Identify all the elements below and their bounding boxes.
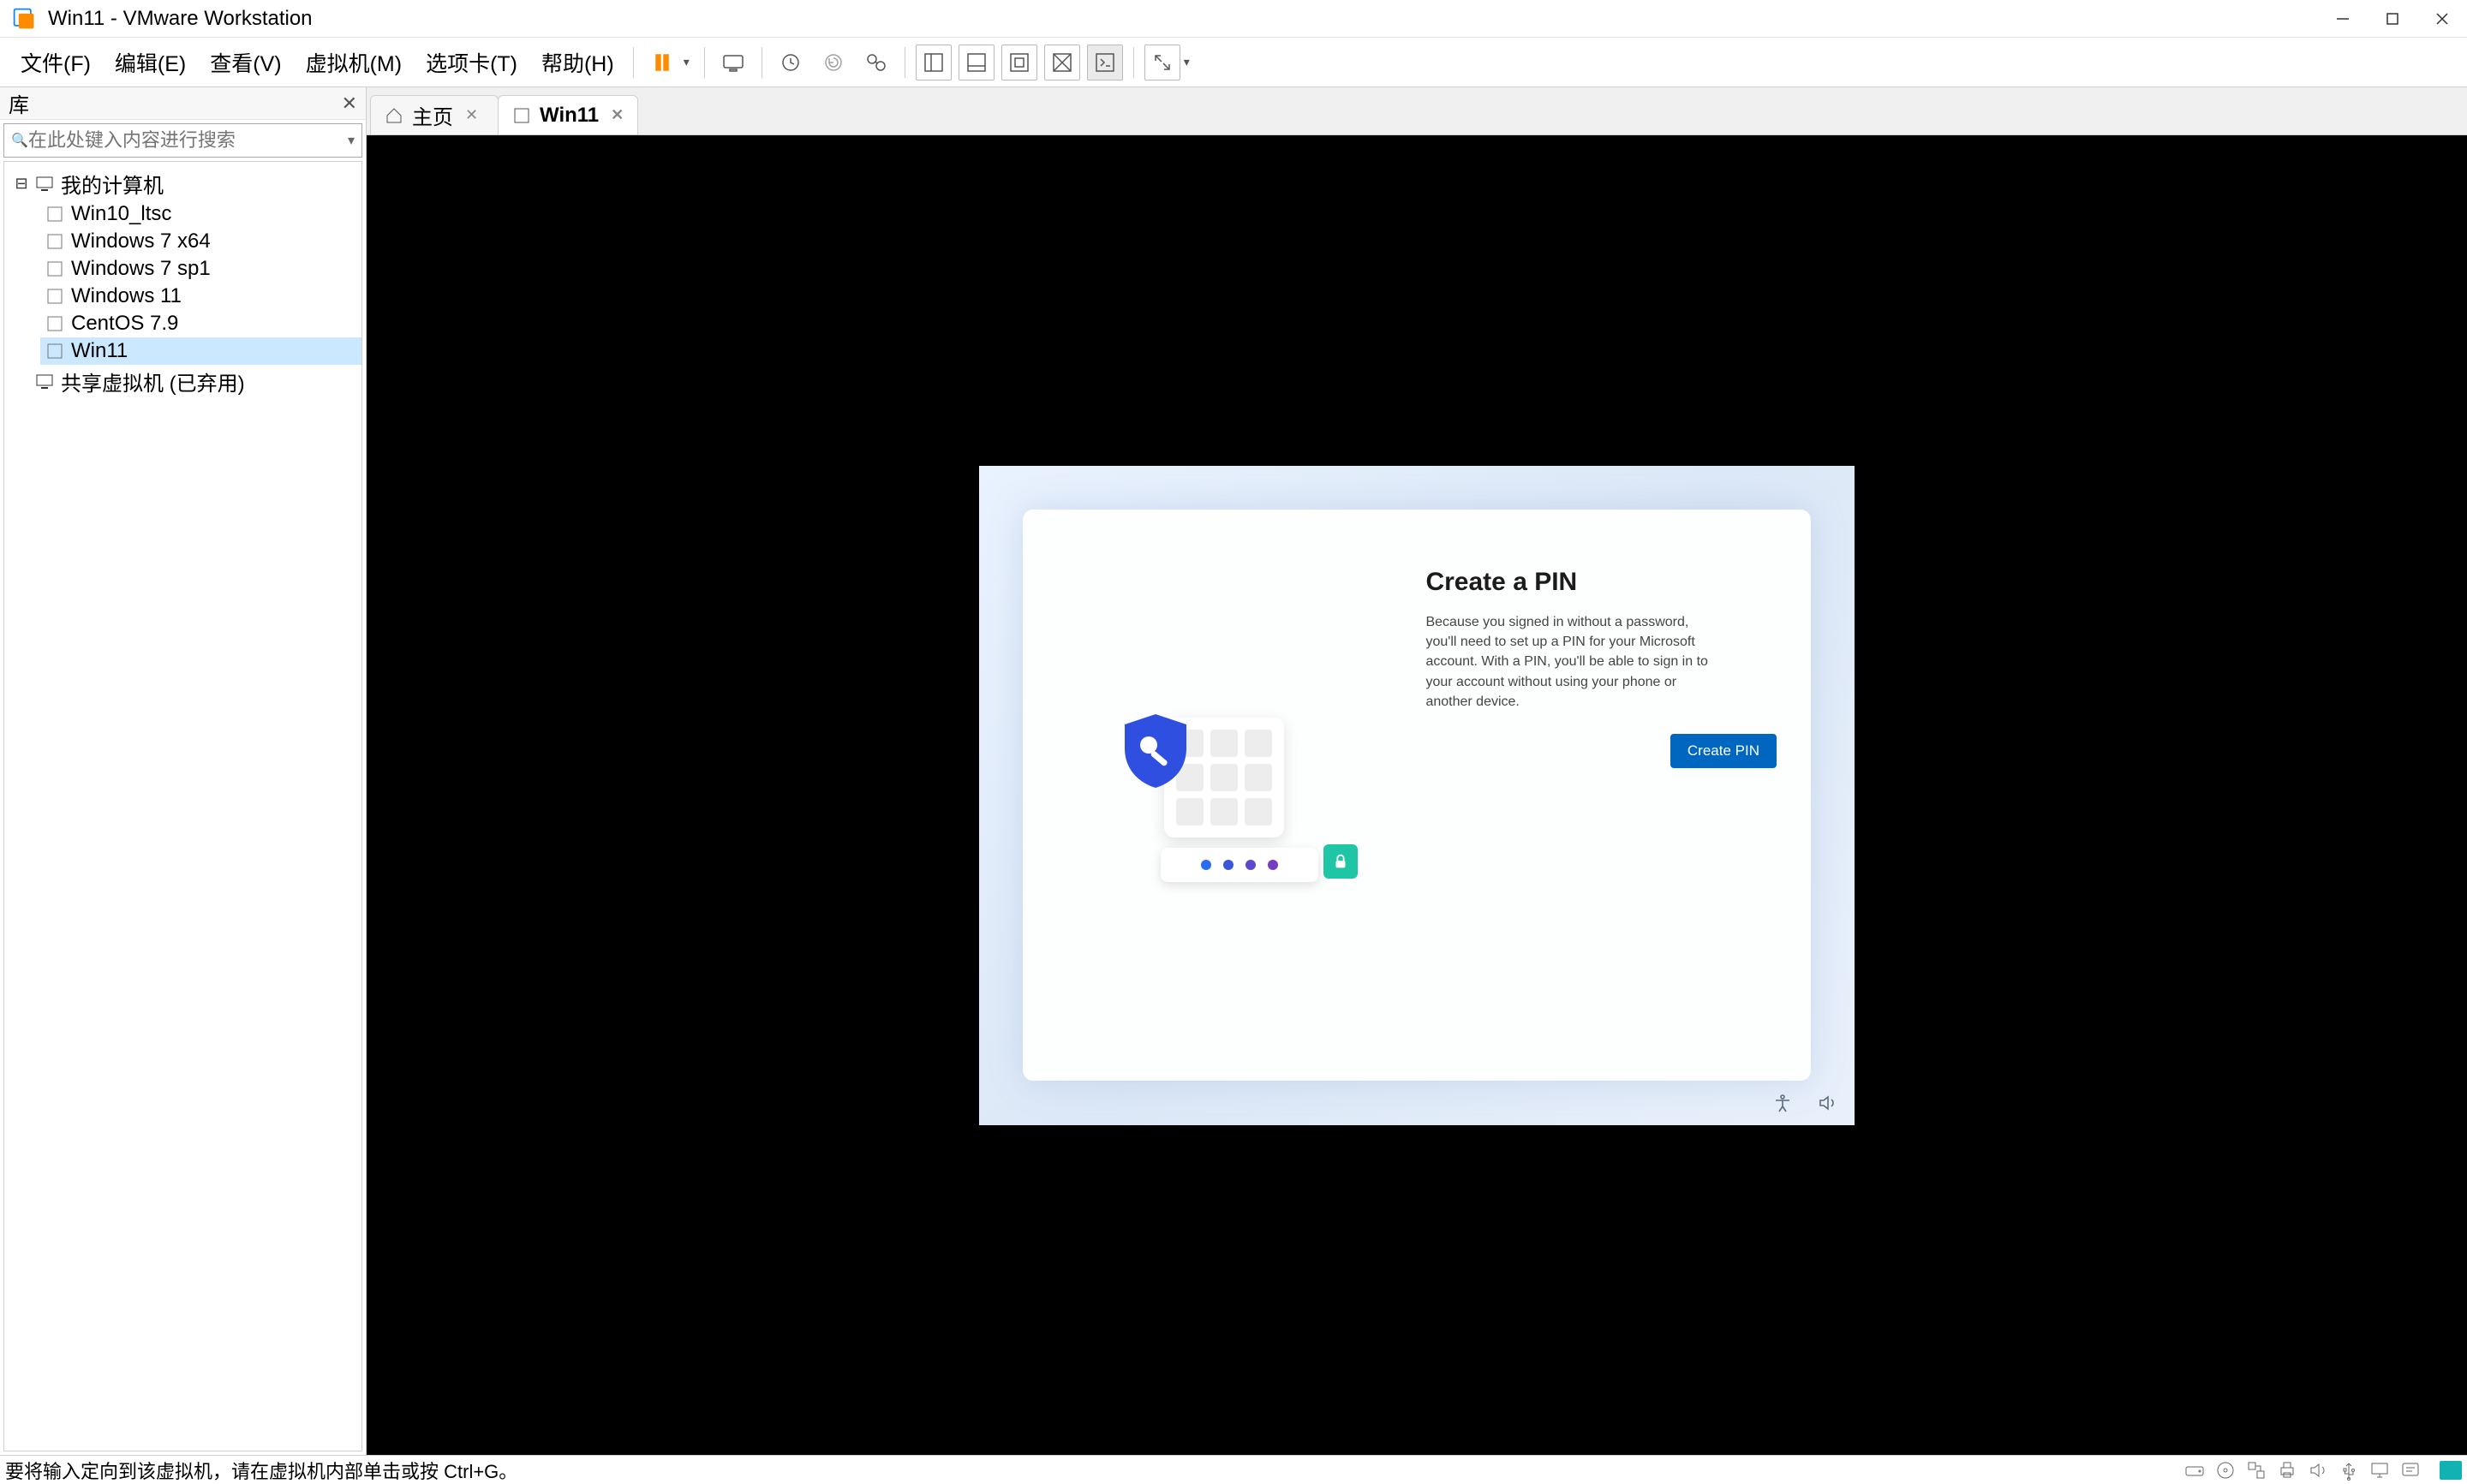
- status-bar: 要将输入定向到该虚拟机，请在虚拟机内部单击或按 Ctrl+G。: [0, 1455, 2467, 1484]
- snapshot-manager-button[interactable]: [858, 45, 894, 80]
- sound-card-icon[interactable]: [2308, 1460, 2328, 1481]
- library-panel: 库 ✕ 🔍 ▾ ⊟ 我的计算机 Win10_ltsc Windows 7 x6: [0, 87, 367, 1455]
- menu-edit[interactable]: 编辑(E): [103, 42, 198, 83]
- tab-strip: 主页 ✕ Win11 ✕: [367, 87, 2467, 135]
- shared-icon: [35, 372, 54, 391]
- menu-vm[interactable]: 虚拟机(M): [294, 42, 414, 83]
- library-search-input[interactable]: [28, 129, 348, 152]
- printer-icon[interactable]: [2277, 1460, 2297, 1481]
- computer-icon: [35, 175, 54, 194]
- tree-vm-label: Windows 7 sp1: [71, 257, 211, 281]
- cd-dvd-icon[interactable]: [2215, 1460, 2236, 1481]
- tab-win11-label: Win11: [540, 104, 599, 128]
- pause-vm-button[interactable]: [644, 45, 680, 80]
- search-icon: 🔍: [11, 132, 28, 149]
- library-close-button[interactable]: ✕: [342, 92, 357, 115]
- library-tree: ⊟ 我的计算机 Win10_ltsc Windows 7 x64 Windows…: [3, 161, 362, 1451]
- tree-vm-label: Windows 11: [71, 284, 182, 308]
- network-adapter-icon[interactable]: [2246, 1460, 2267, 1481]
- volume-icon[interactable]: [1817, 1093, 1837, 1113]
- stretch-guest-button[interactable]: [1144, 45, 1180, 80]
- window-minimize-button[interactable]: [2318, 0, 2368, 38]
- library-search[interactable]: 🔍 ▾: [3, 123, 362, 158]
- oobe-title: Create a PIN: [1425, 568, 1777, 597]
- snapshot-take-button[interactable]: [773, 45, 809, 80]
- unity-button[interactable]: [1044, 45, 1080, 80]
- toolbar-separator: [1133, 47, 1134, 78]
- tree-vm-win7sp1[interactable]: Windows 7 sp1: [40, 255, 361, 283]
- title-bar: Win11 - VMware Workstation: [0, 0, 2467, 38]
- home-icon: [385, 106, 403, 125]
- tree-vm-windows11[interactable]: Windows 11: [40, 283, 361, 310]
- accessibility-icon[interactable]: [1772, 1093, 1793, 1113]
- menu-help[interactable]: 帮助(H): [529, 42, 626, 83]
- tree-vm-win11[interactable]: Win11: [40, 337, 361, 365]
- oobe-tray: [1772, 1093, 1837, 1113]
- vm-running-icon: [512, 106, 531, 125]
- oobe-body-text: Because you signed in without a password…: [1425, 612, 1708, 712]
- console-view-button[interactable]: [1087, 45, 1123, 80]
- window-title: Win11 - VMware Workstation: [48, 7, 2318, 31]
- vm-running-icon: [45, 342, 64, 361]
- view-single-button[interactable]: [916, 45, 952, 80]
- oobe-card: Create a PIN Because you signed in witho…: [1023, 510, 1811, 1081]
- vm-icon: [45, 259, 64, 278]
- menu-tabs[interactable]: 选项卡(T): [414, 42, 529, 83]
- tree-vm-label: Win10_ltsc: [71, 202, 171, 226]
- window-close-button[interactable]: [2417, 0, 2467, 38]
- display-icon[interactable]: [2369, 1460, 2390, 1481]
- shield-key-icon: [1121, 712, 1190, 790]
- library-title: 库: [9, 88, 29, 118]
- vm-icon: [45, 205, 64, 223]
- search-dropdown-icon[interactable]: ▾: [348, 132, 355, 149]
- power-dropdown-caret-icon[interactable]: ▾: [684, 55, 694, 69]
- status-message: 要将输入定向到该虚拟机，请在虚拟机内部单击或按 Ctrl+G。: [5, 1457, 2184, 1484]
- send-ctrl-alt-del-button[interactable]: [715, 45, 751, 80]
- tab-win11[interactable]: Win11 ✕: [498, 95, 638, 134]
- vm-icon: [45, 287, 64, 306]
- usb-icon[interactable]: [2339, 1460, 2359, 1481]
- oobe-content-pane: Create a PIN Because you signed in witho…: [1408, 510, 1811, 1081]
- expander-icon[interactable]: ⊟: [15, 175, 28, 193]
- message-log-icon[interactable]: [2400, 1460, 2421, 1481]
- toolbar-separator: [633, 47, 634, 78]
- lock-badge-icon: [1323, 844, 1358, 879]
- menu-view[interactable]: 查看(V): [198, 42, 293, 83]
- tree-vm-label: Windows 7 x64: [71, 229, 211, 253]
- tree-vm-label: Win11: [71, 339, 128, 363]
- tree-vm-win7x64[interactable]: Windows 7 x64: [40, 228, 361, 255]
- guest-display[interactable]: Create a PIN Because you signed in witho…: [367, 135, 2467, 1455]
- view-thumbnail-button[interactable]: [959, 45, 995, 80]
- status-indicator: [2440, 1461, 2462, 1480]
- window-maximize-button[interactable]: [2368, 0, 2417, 38]
- fullscreen-button[interactable]: [1001, 45, 1037, 80]
- tree-vm-centos79[interactable]: CentOS 7.9: [40, 310, 361, 337]
- vm-icon: [45, 232, 64, 251]
- snapshot-revert-button[interactable]: [815, 45, 851, 80]
- menu-bar: 文件(F) 编辑(E) 查看(V) 虚拟机(M) 选项卡(T) 帮助(H) ▾: [0, 38, 2467, 87]
- create-pin-button[interactable]: Create PIN: [1670, 734, 1777, 768]
- hard-disk-icon[interactable]: [2184, 1460, 2205, 1481]
- expander-placeholder: [15, 372, 28, 390]
- tab-home[interactable]: 主页 ✕: [370, 95, 499, 134]
- pin-dots-illustration: [1161, 848, 1318, 882]
- oobe-illustration-pane: [1023, 510, 1408, 1081]
- vmware-app-icon: [12, 7, 36, 31]
- tree-root-my-computer[interactable]: ⊟ 我的计算机: [9, 167, 361, 200]
- vm-icon: [45, 314, 64, 333]
- stretch-dropdown-caret-icon[interactable]: ▾: [1184, 55, 1194, 69]
- tab-home-close[interactable]: ✕: [465, 106, 478, 124]
- tab-win11-close[interactable]: ✕: [611, 106, 624, 124]
- toolbar-separator: [704, 47, 705, 78]
- tree-root-label: 我的计算机: [61, 169, 164, 199]
- library-header: 库 ✕: [0, 87, 366, 120]
- tree-vm-win10ltsc[interactable]: Win10_ltsc: [40, 200, 361, 228]
- vm-device-tray: [2184, 1460, 2462, 1481]
- windows-oobe-screen: Create a PIN Because you signed in witho…: [979, 466, 1855, 1125]
- tree-shared-label: 共享虚拟机 (已弃用): [61, 367, 245, 396]
- tree-shared-vms[interactable]: 共享虚拟机 (已弃用): [9, 365, 361, 398]
- tab-home-label: 主页: [412, 100, 453, 130]
- menu-file[interactable]: 文件(F): [9, 42, 103, 83]
- tree-vm-label: CentOS 7.9: [71, 312, 178, 336]
